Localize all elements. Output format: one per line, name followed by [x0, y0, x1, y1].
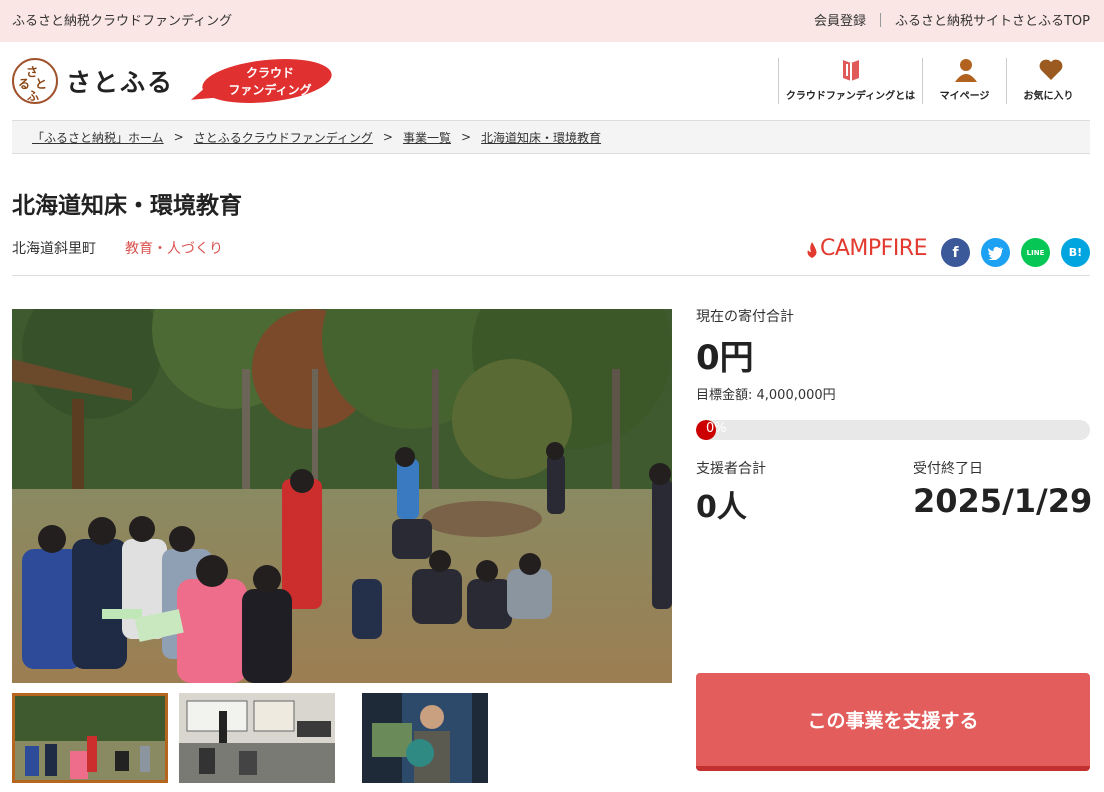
campfire-text: CAMPFIRE	[820, 236, 928, 261]
logo-mark-char: ふ	[27, 89, 40, 103]
logo-text: さとふる	[66, 68, 175, 97]
breadcrumb-separator: >	[173, 130, 184, 144]
book-icon	[840, 58, 862, 82]
project-location[interactable]: 北海道斜里町	[12, 238, 96, 258]
link-divider	[879, 12, 881, 27]
nav-label: お気に入り	[1023, 91, 1074, 102]
badge-line1: クラウド	[245, 66, 294, 80]
hatena-bookmark-icon[interactable]: B!	[1061, 238, 1090, 267]
nav-about-crowdfunding[interactable]: クラウドファンディングとは	[778, 58, 922, 104]
support-button-label: この事業を支援する	[807, 710, 979, 732]
deadline-value: 2025/1/29	[913, 482, 1093, 520]
top-links: 会員登録 ふるさと納税サイトさとふるTOP	[814, 10, 1090, 29]
header-nav: クラウドファンディングとは マイページ お気に入り	[778, 58, 1090, 104]
breadcrumb-home[interactable]: 「ふるさと納税」ホーム	[32, 129, 164, 146]
support-project-button[interactable]: この事業を支援する	[696, 673, 1090, 771]
progress-percent: 0%	[706, 421, 727, 436]
total-label: 現在の寄付合計	[696, 309, 794, 325]
site-header: さ る と ふ さとふる クラウド ファンディング クラウドファンディングとは …	[0, 42, 1104, 120]
flame-icon	[806, 240, 818, 258]
title-divider	[12, 275, 1090, 276]
person-icon	[954, 58, 977, 82]
badge-line2: ファンディング	[228, 83, 312, 97]
thumbnail-1[interactable]	[12, 693, 168, 783]
twitter-share-icon[interactable]	[981, 238, 1010, 267]
hatena-glyph: B!	[1068, 246, 1083, 259]
project-main-photo	[12, 309, 672, 683]
breadcrumb: 「ふるさと納税」ホーム > さとふるクラウドファンディング > 事業一覧 > 北…	[12, 120, 1090, 154]
thumbnail-3[interactable]	[362, 693, 488, 783]
breadcrumb-projects[interactable]: 事業一覧	[403, 129, 451, 146]
goal-amount: 目標金額: 4,000,000円	[696, 388, 836, 403]
supporters-value: 0人	[696, 490, 747, 525]
project-category[interactable]: 教育・人づくり	[125, 238, 223, 258]
register-link[interactable]: 会員登録	[814, 10, 866, 29]
breadcrumb-separator: >	[382, 130, 393, 144]
nav-label: マイページ	[939, 91, 990, 102]
nav-mypage[interactable]: マイページ	[922, 58, 1006, 104]
satofull-logo[interactable]: さ る と ふ さとふる	[12, 58, 174, 104]
top-bar: ふるさと納税クラウドファンディング 会員登録 ふるさと納税サイトさとふるTOP	[0, 0, 1104, 42]
line-glyph: LINE	[1026, 248, 1045, 257]
supporters-label: 支援者合計	[696, 461, 766, 477]
crowdfunding-badge: クラウド ファンディング	[188, 53, 334, 109]
page-title: 北海道知床・環境教育	[12, 193, 242, 219]
thumbnail-2[interactable]	[179, 693, 335, 783]
breadcrumb-crowdfunding[interactable]: さとふるクラウドファンディング	[194, 129, 373, 146]
nav-label: クラウドファンディングとは	[785, 91, 916, 102]
satofull-top-link[interactable]: ふるさと納税サイトさとふるTOP	[895, 10, 1090, 29]
facebook-share-icon[interactable]: f	[941, 238, 970, 267]
campfire-logo[interactable]: CAMPFIRE	[806, 236, 928, 261]
nav-favorites[interactable]: お気に入り	[1006, 58, 1090, 104]
progress-bar: 0%	[696, 420, 1090, 440]
deadline-label: 受付終了日	[913, 461, 983, 477]
logo-mark: さ る と ふ	[12, 58, 58, 104]
facebook-glyph: f	[952, 244, 959, 261]
breadcrumb-current[interactable]: 北海道知床・環境教育	[481, 129, 601, 146]
site-tagline: ふるさと納税クラウドファンディング	[12, 14, 233, 29]
breadcrumb-separator: >	[460, 130, 472, 144]
total-value: 0円	[696, 338, 754, 378]
heart-icon	[1038, 58, 1062, 82]
line-share-icon[interactable]: LINE	[1021, 238, 1050, 267]
